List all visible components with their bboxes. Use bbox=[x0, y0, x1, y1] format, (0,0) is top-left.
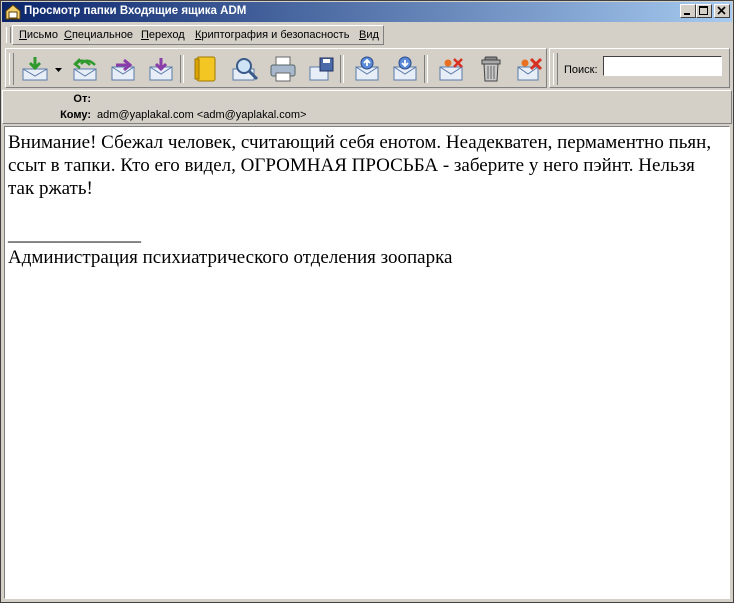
to-value[interactable]: adm@yaplakal.com <adm@yaplakal.com> bbox=[97, 109, 306, 121]
search-messages-button[interactable] bbox=[228, 55, 260, 83]
stop-button[interactable] bbox=[512, 55, 544, 83]
menu-grip[interactable] bbox=[6, 27, 11, 43]
signature-separator: ______________ bbox=[8, 224, 141, 245]
message-body: Внимание! Сбежал человек, считающий себя… bbox=[8, 131, 718, 269]
magnifier-icon bbox=[232, 58, 259, 81]
previous-message-button[interactable] bbox=[350, 55, 382, 83]
maximize-button[interactable] bbox=[696, 4, 712, 18]
get-mail-button[interactable] bbox=[18, 55, 50, 83]
printer-icon bbox=[270, 56, 296, 82]
menu-container: Письмо Специальное Переход Криптография … bbox=[12, 25, 384, 45]
mail-viewer-window: Просмотр папки Входящие ящика ADM Письмо… bbox=[0, 0, 734, 603]
junk-button[interactable] bbox=[434, 55, 466, 83]
forward-icon bbox=[111, 58, 135, 81]
save-button[interactable] bbox=[304, 55, 336, 83]
title-bar[interactable]: Просмотр папки Входящие ящика ADM bbox=[2, 2, 732, 22]
reply-all-icon bbox=[73, 58, 97, 81]
next-message-button[interactable] bbox=[388, 55, 420, 83]
delete-button[interactable] bbox=[474, 55, 506, 83]
toolbar-separator bbox=[180, 55, 184, 83]
menu-item-letter[interactable]: Письмо bbox=[19, 29, 58, 41]
save-icon bbox=[309, 57, 334, 81]
signature: Администрация психиатрического отделения… bbox=[8, 247, 453, 268]
search-label: Поиск: bbox=[564, 64, 598, 76]
address-book-icon bbox=[194, 56, 216, 82]
message-body-pane[interactable]: Внимание! Сбежал человек, считающий себя… bbox=[4, 126, 730, 599]
next-icon bbox=[393, 56, 417, 81]
address-book-button[interactable] bbox=[188, 55, 220, 83]
trash-icon bbox=[481, 56, 501, 82]
reply-all-button[interactable] bbox=[68, 55, 100, 83]
toolbar-separator bbox=[424, 55, 428, 83]
to-label: Кому: bbox=[60, 109, 91, 121]
get-mail-icon bbox=[22, 57, 48, 81]
mail-delete-icon bbox=[517, 57, 543, 81]
toolbar-grip[interactable] bbox=[9, 53, 14, 85]
maximize-icon bbox=[699, 6, 708, 15]
menu-item-go[interactable]: Переход bbox=[141, 29, 185, 41]
close-icon bbox=[717, 6, 726, 15]
minimize-button[interactable] bbox=[680, 4, 696, 18]
message-paragraph: Внимание! Сбежал человек, считающий себя… bbox=[8, 132, 712, 199]
window-title: Просмотр папки Входящие ящика ADM bbox=[24, 5, 247, 17]
from-label: От: bbox=[73, 93, 91, 105]
compose-button[interactable] bbox=[144, 55, 176, 83]
forward-button[interactable] bbox=[106, 55, 138, 83]
close-button[interactable] bbox=[714, 4, 730, 18]
minimize-icon bbox=[684, 13, 690, 15]
menu-item-crypto[interactable]: Криптография и безопасность bbox=[195, 29, 349, 41]
toolbar: Поиск: bbox=[2, 47, 732, 89]
toolbar-separator bbox=[340, 55, 344, 83]
menu-item-special[interactable]: Специальное bbox=[64, 29, 133, 41]
menu-item-view[interactable]: Вид bbox=[359, 29, 379, 41]
junk-mail-icon bbox=[439, 58, 463, 81]
chevron-down-icon[interactable] bbox=[55, 68, 62, 73]
compose-icon bbox=[149, 58, 173, 81]
search-grip[interactable] bbox=[553, 53, 558, 85]
folder-icon bbox=[5, 4, 21, 20]
previous-icon bbox=[355, 56, 379, 81]
toolbar-buttons-group bbox=[5, 48, 547, 88]
message-headers: От: Кому: adm@yaplakal.com <adm@yaplakal… bbox=[2, 90, 732, 124]
search-input[interactable] bbox=[603, 56, 722, 76]
menu-bar: Письмо Специальное Переход Криптография … bbox=[2, 24, 732, 46]
print-button[interactable] bbox=[266, 55, 298, 83]
